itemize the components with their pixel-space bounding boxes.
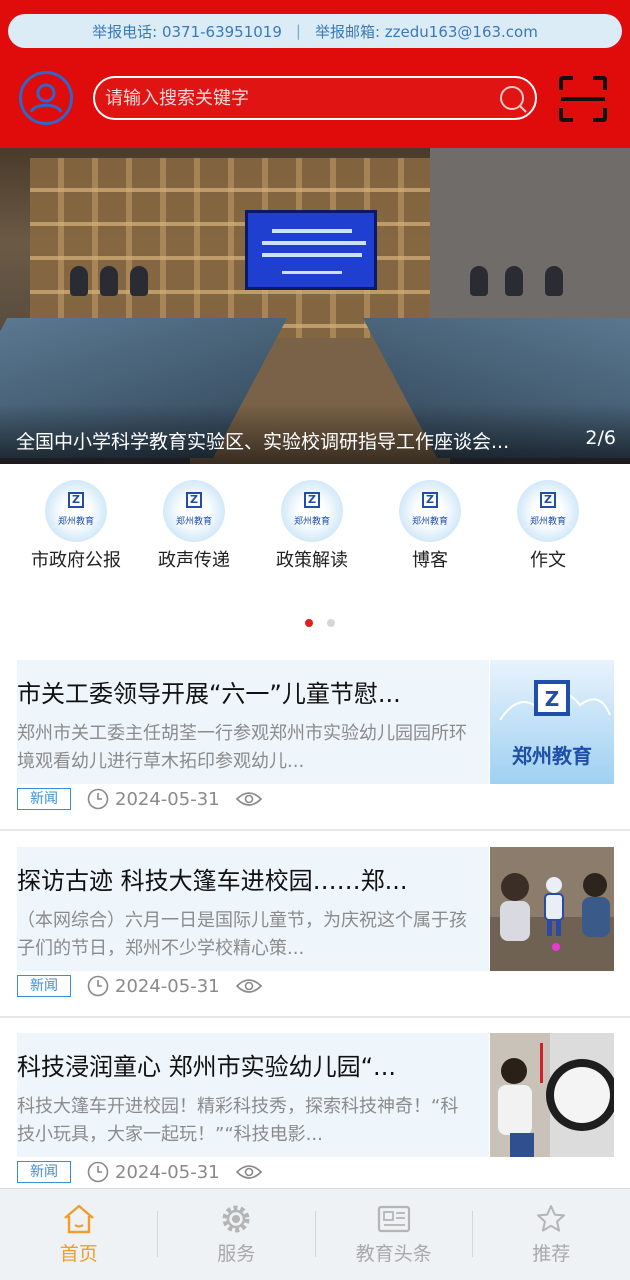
news-meta: 新闻 2024-05-31: [17, 787, 262, 811]
pager-dot-active[interactable]: [305, 619, 313, 627]
eye-icon: [235, 792, 262, 806]
search-box: [93, 76, 537, 120]
news-title[interactable]: 探访古迹 科技大篷车进校园……郑...: [17, 861, 472, 896]
news-date-text: 2024-05-31: [115, 975, 220, 997]
zhengzhou-education-logo-icon: Z 郑州教育: [45, 480, 107, 542]
zhengzhou-education-logo-icon: Z 郑州教育: [281, 480, 343, 542]
header: 举报电话: 0371-63951019 | 举报邮箱: zzedu163@163…: [0, 0, 630, 148]
news-tag[interactable]: 新闻: [17, 975, 71, 997]
news-meta: 新闻 2024-05-31: [17, 1160, 262, 1184]
news-title[interactable]: 科技浸润童心 郑州市实验幼儿园“...: [17, 1047, 472, 1082]
tab-recommended[interactable]: 推荐: [473, 1189, 630, 1280]
gear-icon: [222, 1205, 250, 1233]
scan-icon[interactable]: [559, 76, 607, 122]
zhengzhou-education-logo-icon: Z 郑州教育: [163, 480, 225, 542]
zhengzhou-education-logo-icon: Z 郑州教育: [517, 480, 579, 542]
report-bar: 举报电话: 0371-63951019 | 举报邮箱: zzedu163@163…: [8, 14, 622, 48]
quick-menu-label: 政策解读: [276, 550, 348, 571]
tab-label: 教育头条: [355, 1243, 432, 1265]
quick-menu-item-voice[interactable]: Z 郑州教育 政声传递: [135, 480, 253, 580]
tab-home[interactable]: 首页: [0, 1189, 158, 1280]
news-divider: [0, 1016, 630, 1018]
search-icon[interactable]: [497, 83, 529, 115]
report-email[interactable]: 举报邮箱: zzedu163@163.com: [315, 21, 538, 42]
user-icon: [29, 83, 63, 113]
tab-services[interactable]: 服务: [158, 1189, 316, 1280]
quick-menu-label: 作文: [530, 550, 566, 571]
banner-caption: 全国中小学科学教育实验区、实验校调研指导工作座谈会... 2/6: [16, 427, 616, 454]
quick-menu-label: 博客: [412, 550, 448, 571]
news-thumbnail[interactable]: [490, 1033, 614, 1157]
news-date-text: 2024-05-31: [115, 788, 220, 810]
tab-label: 推荐: [532, 1243, 571, 1265]
news-summary: 科技大篷车开进校园！精彩科技秀，探索科技神奇！“科技小玩具，大家一起玩！”“科技…: [17, 1096, 459, 1145]
quick-menu-label: 市政府公报: [31, 550, 121, 571]
news-summary: 郑州市关工委主任胡荃一行参观郑州市实验幼儿园园所环境观看幼儿进行草木拓印参观幼儿…: [17, 723, 467, 772]
bottom-tab-bar: 首页 服务 教育头条 推荐: [0, 1188, 630, 1280]
news-summary: （本网综合）六月一日是国际儿童节，为庆祝这个属于孩子们的节日，郑州不少学校精心策…: [17, 910, 467, 959]
news-date: 2024-05-31: [87, 1161, 220, 1183]
news-meta: 新闻 2024-05-31: [17, 974, 262, 998]
banner-page-indicator: 2/6: [585, 427, 616, 449]
eye-icon: [235, 1165, 262, 1179]
news-thumbnail-text: 郑州教育: [512, 744, 592, 768]
quick-menu-item-blog[interactable]: Z 郑州教育 博客: [371, 480, 489, 580]
report-phone[interactable]: 举报电话: 0371-63951019: [92, 21, 282, 42]
quick-menu-item-gazette[interactable]: Z 郑州教育 市政府公报: [17, 480, 135, 580]
tab-education-headlines[interactable]: 教育头条: [315, 1189, 473, 1280]
quick-menu: Z 郑州教育 市政府公报 Z 郑州教育 政声传递 Z 郑州教育 政策解读 Z 郑州教育 …: [0, 480, 630, 580]
news-date: 2024-05-31: [87, 788, 220, 810]
news-title[interactable]: 市关工委领导开展“六一”儿童节慰...: [17, 674, 472, 709]
banner-caption-text: 全国中小学科学教育实验区、实验校调研指导工作座谈会...: [16, 431, 510, 453]
news-thumbnail[interactable]: [490, 847, 614, 971]
banner-photo-screen: [245, 210, 377, 290]
newspaper-icon: [377, 1205, 410, 1233]
news-date-text: 2024-05-31: [115, 1161, 220, 1183]
star-icon: [537, 1205, 566, 1232]
clock-icon: [87, 788, 109, 810]
robot-photo-icon: [490, 847, 614, 971]
news-divider: [0, 829, 630, 831]
drum-photo-icon: [490, 1033, 614, 1157]
clock-icon: [87, 975, 109, 997]
avatar[interactable]: [19, 71, 73, 125]
news-tag[interactable]: 新闻: [17, 788, 71, 810]
news-tag[interactable]: 新闻: [17, 1161, 71, 1183]
news-date: 2024-05-31: [87, 975, 220, 997]
tab-label: 服务: [217, 1243, 256, 1265]
clock-icon: [87, 1161, 109, 1183]
pager-dot[interactable]: [327, 619, 335, 627]
quick-menu-item-essay[interactable]: Z 郑州教育 作文: [489, 480, 607, 580]
eye-icon: [235, 979, 262, 993]
news-item[interactable]: 探访古迹 科技大篷车进校园……郑... （本网综合）六月一日是国际儿童节，为庆祝…: [0, 847, 630, 1035]
svg-text:Z: Z: [545, 687, 560, 711]
quick-menu-item-policy[interactable]: Z 郑州教育 政策解读: [253, 480, 371, 580]
report-separator: |: [295, 22, 301, 40]
news-thumbnail[interactable]: Z 郑州教育: [490, 660, 614, 784]
banner-carousel[interactable]: 全国中小学科学教育实验区、实验校调研指导工作座谈会... 2/6: [0, 148, 630, 464]
home-icon: [63, 1204, 94, 1234]
quick-menu-label: 政声传递: [158, 550, 230, 571]
zhengzhou-education-logo-icon: Z 郑州教育: [399, 480, 461, 542]
tab-label: 首页: [59, 1243, 98, 1265]
news-item[interactable]: 市关工委领导开展“六一”儿童节慰... 郑州市关工委主任胡荃一行参观郑州市实验幼…: [0, 660, 630, 848]
search-input[interactable]: [105, 86, 485, 110]
quick-menu-pager: [305, 619, 335, 627]
